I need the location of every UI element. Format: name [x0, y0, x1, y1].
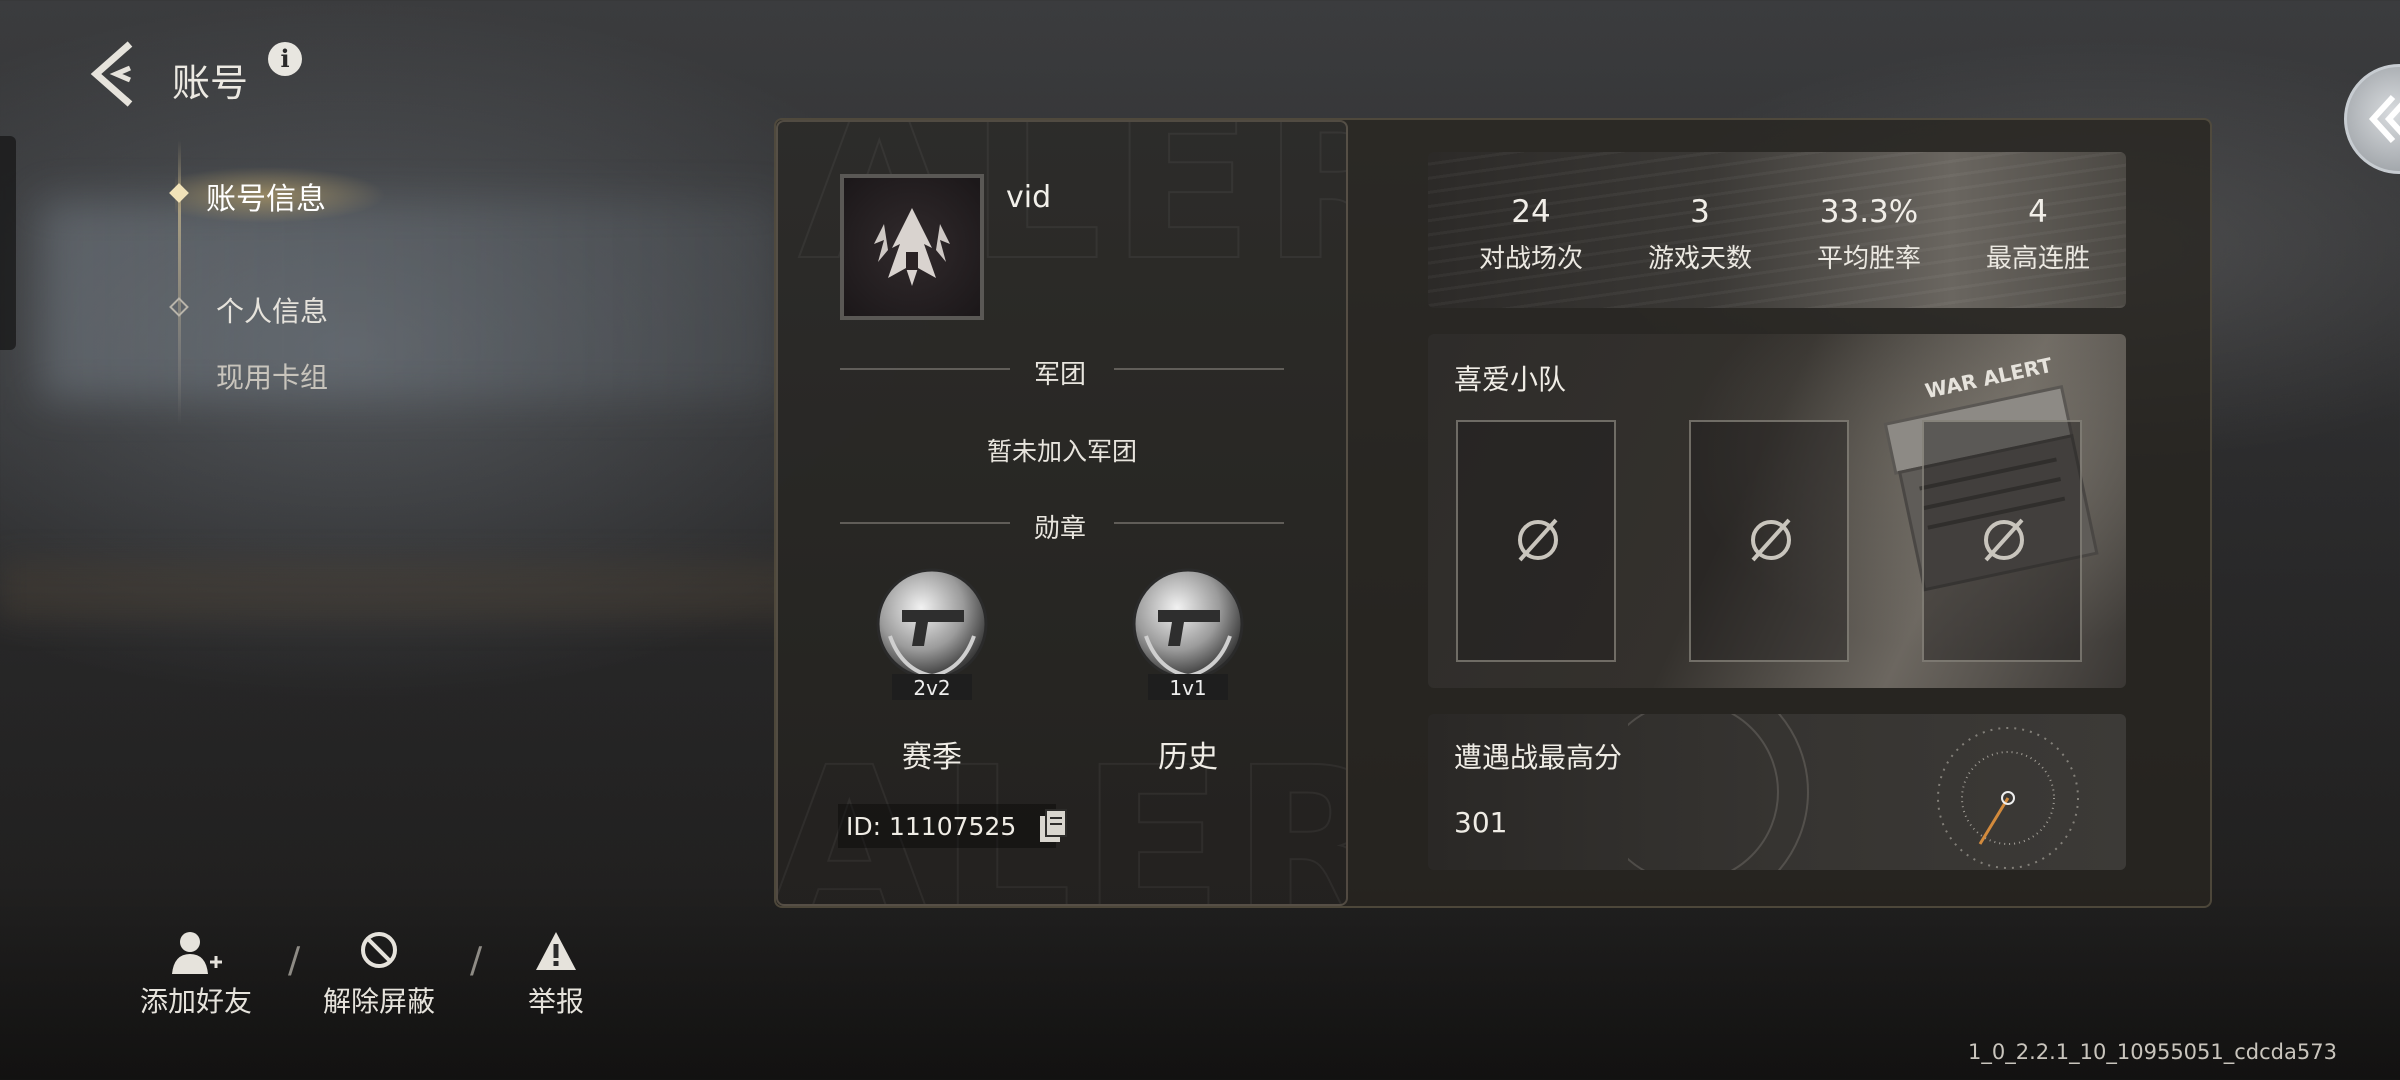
corps-status: 暂未加入军团 — [986, 437, 1137, 466]
unblock-button[interactable]: 解除屏蔽 — [314, 928, 444, 1020]
stats-card — [1428, 152, 2126, 308]
divider — [1114, 368, 1284, 370]
nav-item-current-deck[interactable]: 现用卡组 — [216, 356, 328, 396]
unblock-label: 解除屏蔽 — [322, 985, 435, 1018]
background-window-band — [40, 200, 780, 400]
warning-icon — [536, 932, 576, 970]
divider — [840, 522, 1010, 524]
side-panel-toggle[interactable] — [2344, 64, 2400, 174]
block-icon — [361, 932, 397, 968]
avatar[interactable] — [840, 174, 984, 320]
page-title: 账号 — [172, 61, 249, 105]
empty-slot-icon — [1518, 518, 1558, 562]
best-score-value: 301 — [1454, 806, 1508, 839]
corps-section-title: 军团 — [1034, 360, 1087, 390]
medal-caption-season: 赛季 — [902, 740, 962, 775]
medal-badge-text: 1v1 — [1169, 676, 1207, 700]
report-label: 举报 — [527, 985, 584, 1018]
best-score-title: 遭遇战最高分 — [1454, 741, 1623, 774]
back-button[interactable] — [86, 38, 148, 110]
info-icon[interactable]: i — [268, 42, 302, 76]
left-edge-tab[interactable] — [0, 136, 16, 350]
medals-section-title: 勋章 — [1034, 514, 1087, 544]
copy-icon — [1040, 809, 1067, 842]
medal-badge-text: 2v2 — [913, 676, 951, 700]
background-beam — [0, 560, 800, 620]
medal-caption-history: 历史 — [1158, 740, 1218, 775]
squad-slot-2[interactable] — [1689, 420, 1849, 662]
divider — [1114, 522, 1284, 524]
double-chevron-left-icon — [2368, 94, 2400, 144]
stat-streak-value: 4 — [2028, 194, 2048, 230]
empty-slot-icon — [1751, 518, 1791, 562]
favorite-squad-title: 喜爱小队 — [1454, 363, 1567, 396]
add-friend-button[interactable]: 添加好友 — [130, 928, 262, 1020]
add-friend-icon — [172, 932, 222, 974]
nav-item-account-info[interactable]: 账号信息 — [206, 174, 326, 218]
gauge-dial-decoration — [1628, 714, 2079, 870]
war-alert-logo-icon — [874, 208, 950, 286]
footer-separator: / — [470, 940, 483, 981]
add-friend-label: 添加好友 — [139, 985, 252, 1018]
nav-item-personal-info[interactable]: 个人信息 — [216, 290, 328, 330]
report-button[interactable]: 举报 — [506, 928, 606, 1020]
player-id: ID: 11107525 — [846, 812, 1017, 841]
medal-history[interactable]: 1v1 — [1128, 566, 1248, 706]
player-name: vid — [1006, 180, 1052, 215]
squad-slot-3[interactable] — [1922, 420, 2082, 662]
back-arrow-icon — [90, 41, 133, 107]
empty-slot-icon — [1984, 518, 2024, 562]
medal-season[interactable]: 2v2 — [872, 566, 992, 706]
copy-id-icon[interactable] — [1038, 808, 1068, 844]
squad-slot-1[interactable] — [1456, 420, 1616, 662]
stat-streak-label: 最高连胜 — [1985, 244, 2090, 274]
nav-diamond-icon — [169, 297, 189, 317]
version-text: 1_0_2.2.1_10_10955051_cdcda573 — [1968, 1040, 2337, 1064]
footer-separator: / — [288, 940, 301, 981]
divider — [840, 368, 1010, 370]
